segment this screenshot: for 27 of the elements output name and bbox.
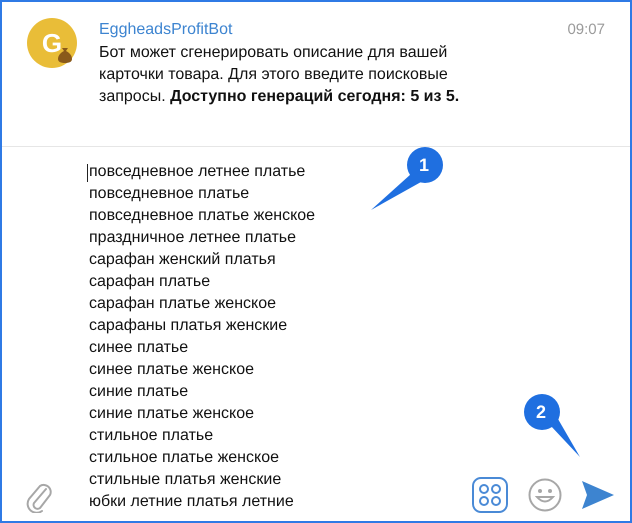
- stickers-button[interactable]: [472, 477, 508, 513]
- input-line: стильное платье женское: [89, 448, 279, 468]
- input-line: повседневное платье: [89, 184, 250, 204]
- callout-marker: [371, 147, 443, 210]
- input-line: праздничное летнее платье: [89, 228, 296, 248]
- input-line: сарафан женский платья: [89, 250, 276, 270]
- input-line: синее платье: [89, 338, 188, 358]
- avatar-letter: G: [42, 30, 62, 56]
- send-icon[interactable]: [582, 481, 614, 509]
- sender-name[interactable]: EggheadsProfitBot: [99, 18, 232, 42]
- message-time: 09:07: [567, 20, 605, 40]
- input-line: синее платье женское: [89, 360, 254, 380]
- input-line: юбки летние платья летние: [89, 492, 294, 512]
- input-line: сарафан платье: [89, 272, 210, 292]
- input-line: сарафан платье женское: [89, 294, 276, 314]
- input-line: сарафаны платья женские: [89, 316, 288, 336]
- callout-marker: [524, 394, 580, 457]
- input-line: синие платье: [89, 382, 188, 402]
- input-line: повседневное платье женское: [89, 206, 316, 226]
- input-line: повседневное летнее платье: [89, 162, 306, 182]
- callout-number: 1: [419, 154, 430, 176]
- input-line: стильное платье: [89, 426, 214, 446]
- emoji-icon[interactable]: [528, 478, 562, 512]
- input-line: синие платье женское: [89, 404, 254, 424]
- callout-number: 2: [536, 401, 546, 423]
- input-line: стильные платья женские: [89, 470, 282, 490]
- message-text: Бот может сгенерировать описание для вашей карточки товара. Для этого введите поисковые запросы. Доступно генераций сегодня: 5 из 5.: [99, 43, 460, 107]
